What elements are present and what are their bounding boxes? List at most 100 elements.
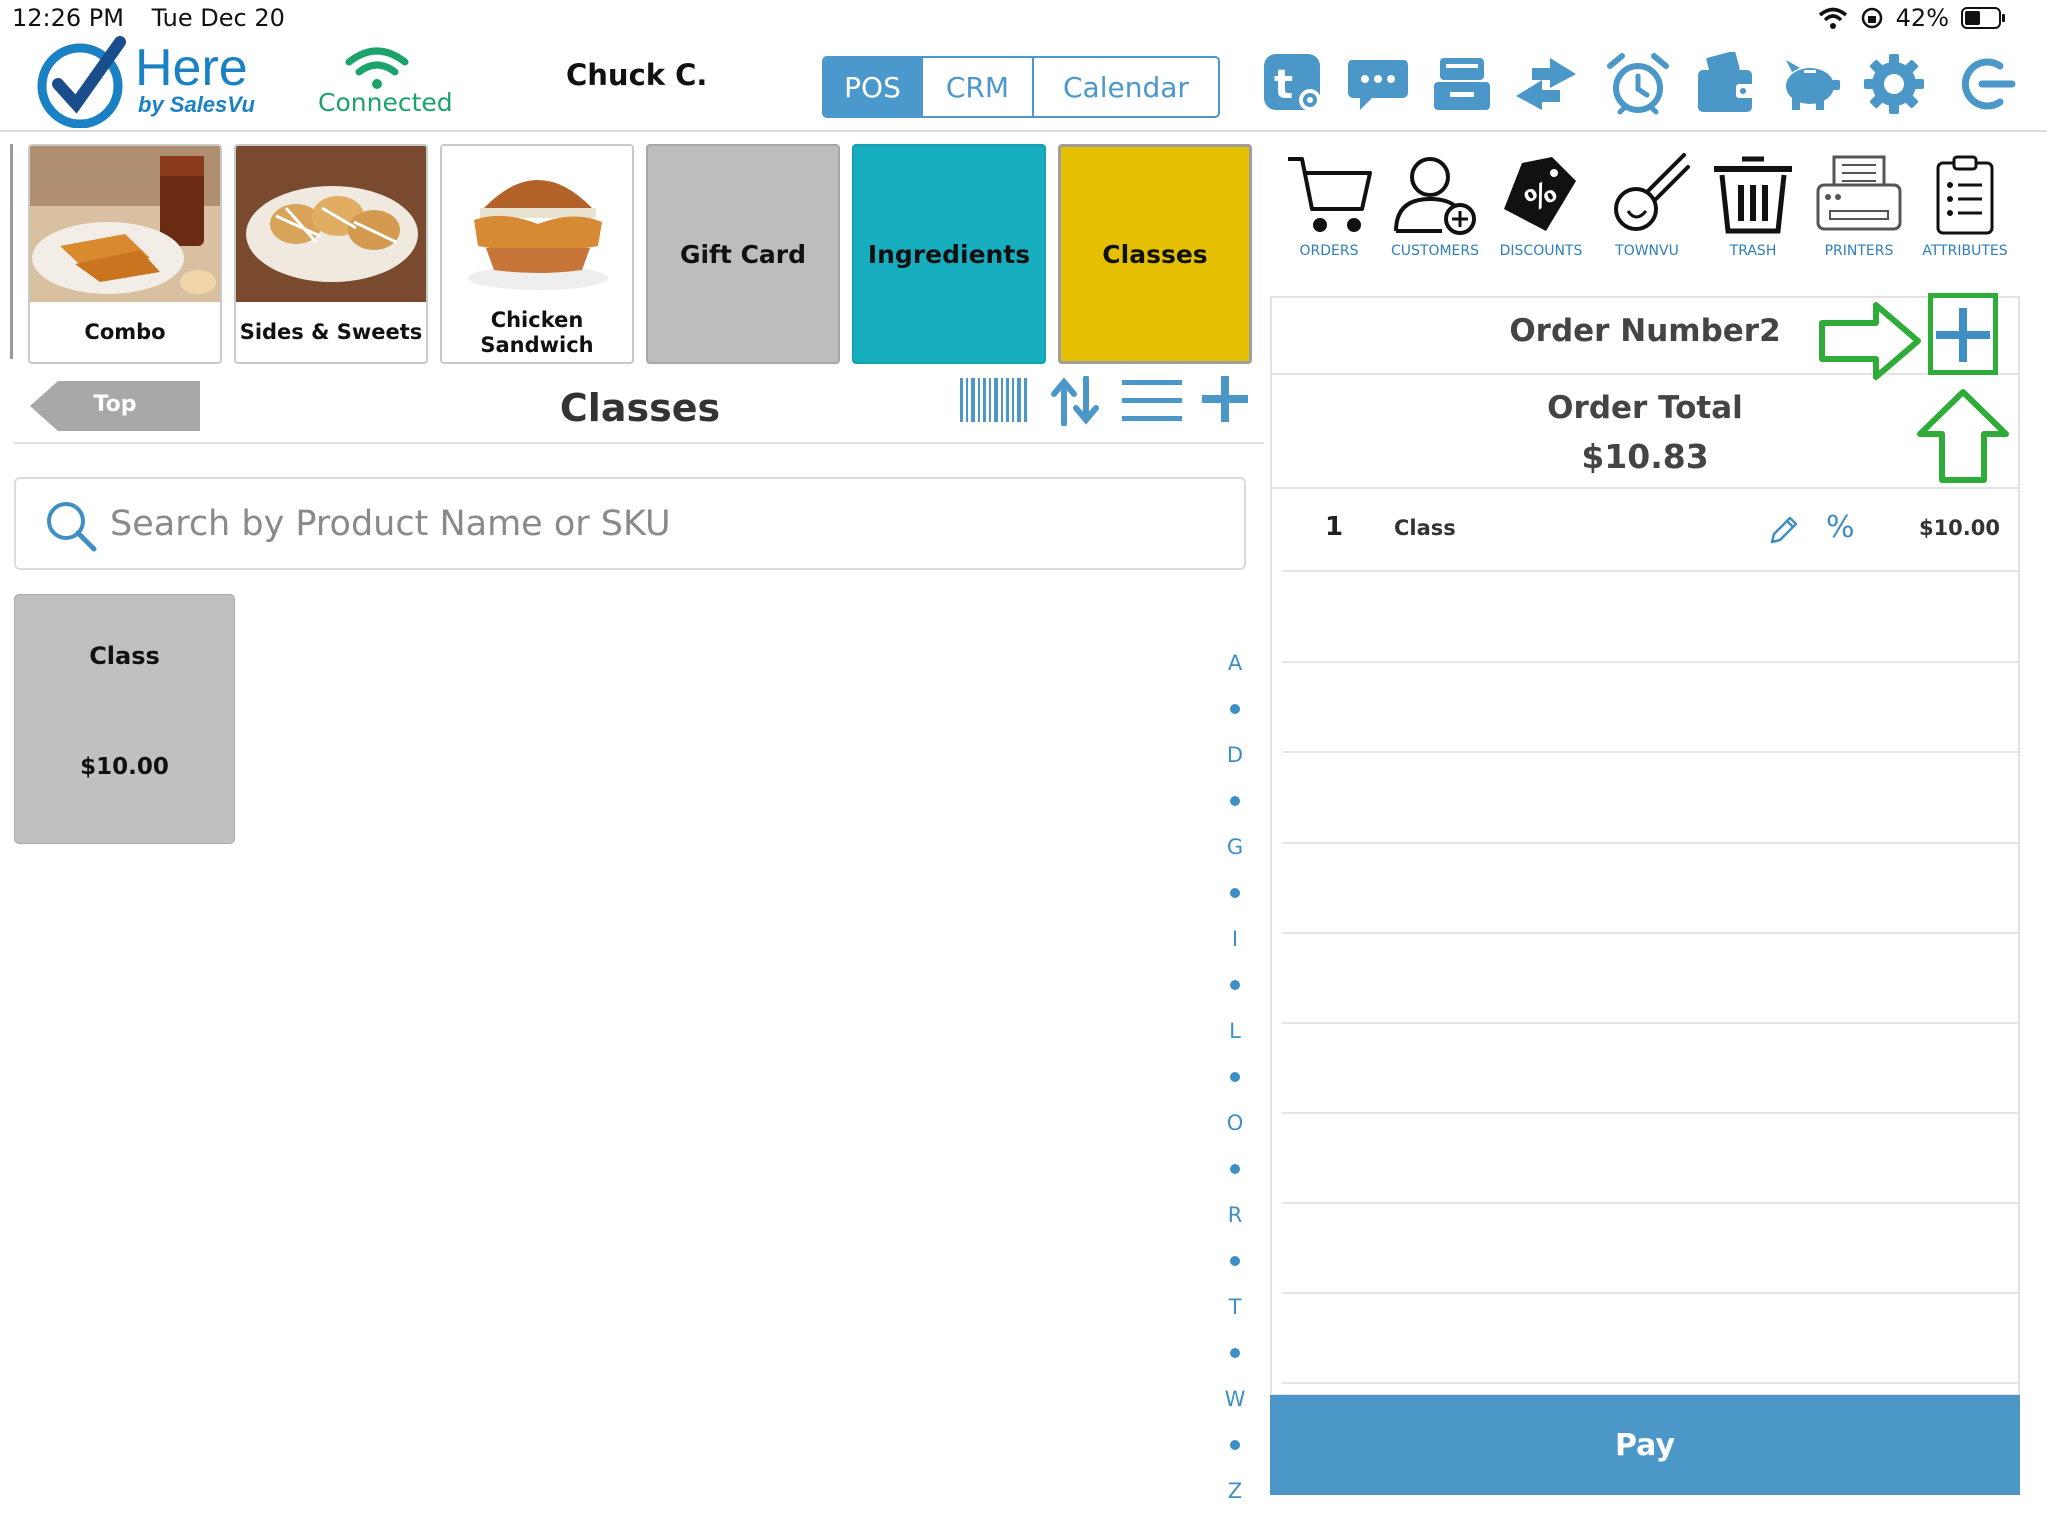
alpha-index-letter[interactable]: G xyxy=(1222,835,1248,859)
clipboard-icon[interactable] xyxy=(1920,153,2010,235)
product-name: Class xyxy=(89,642,160,670)
battery-percent: 42% xyxy=(1895,4,1949,32)
alpha-index-dot[interactable] xyxy=(1230,888,1240,898)
tab-pos[interactable]: POS xyxy=(824,58,923,116)
barcode-icon[interactable] xyxy=(960,378,1028,422)
order-item-price: $10.00 xyxy=(1918,516,2000,540)
category-label: Combo xyxy=(84,320,166,344)
connected-wifi-icon xyxy=(345,47,409,89)
status-bar-left: 12:26 PM Tue Dec 20 xyxy=(12,4,305,32)
order-row-divider xyxy=(1282,1292,2018,1294)
add-product-icon[interactable] xyxy=(1202,376,1248,422)
alpha-index-letter[interactable]: O xyxy=(1222,1111,1248,1135)
annotation-arrow-up-icon xyxy=(1917,389,2009,483)
edit-pencil-icon[interactable] xyxy=(1768,514,1800,546)
alpha-index-dot[interactable] xyxy=(1230,796,1240,806)
alpha-index-letter[interactable]: R xyxy=(1222,1203,1248,1227)
alpha-index-letter[interactable]: I xyxy=(1222,927,1248,951)
tab-crm[interactable]: CRM xyxy=(923,58,1034,116)
orientation-lock-icon xyxy=(1861,7,1882,29)
alpha-index-dot[interactable] xyxy=(1230,704,1240,714)
order-row-divider xyxy=(1282,842,2018,844)
category-tile-ingredients[interactable]: Ingredients xyxy=(852,144,1046,364)
alpha-index-letter[interactable]: A xyxy=(1222,651,1248,675)
category-tile-combo[interactable]: Combo xyxy=(28,144,222,364)
order-number: Order Number2 xyxy=(1509,313,1781,349)
order-row-divider xyxy=(1282,1112,2018,1114)
alpha-index-dot[interactable] xyxy=(1230,1072,1240,1082)
alpha-index-dot[interactable] xyxy=(1230,1348,1240,1358)
trash-icon[interactable] xyxy=(1708,153,1798,235)
list-view-icon[interactable] xyxy=(1122,380,1182,422)
order-row-divider xyxy=(1282,1202,2018,1204)
cart-icon[interactable] xyxy=(1284,153,1374,235)
product-tile-class[interactable] xyxy=(14,594,235,844)
toolbar-divider xyxy=(14,442,1264,444)
settings-gear-icon[interactable] xyxy=(1862,52,1926,116)
alpha-index-letter[interactable]: D xyxy=(1222,743,1248,767)
alpha-index-letter[interactable]: T xyxy=(1222,1295,1248,1319)
user-name[interactable]: Chuck C. xyxy=(566,58,707,92)
section-title: Classes xyxy=(559,386,721,430)
attributes-label[interactable]: ATTRIBUTES xyxy=(1910,243,2020,259)
alpha-index-letter[interactable]: Z xyxy=(1222,1479,1248,1503)
trash-label[interactable]: TRASH xyxy=(1698,243,1808,259)
order-item-qty: 1 xyxy=(1325,512,1344,542)
chat-icon[interactable] xyxy=(1346,52,1410,116)
logo-checkmark-icon xyxy=(37,36,126,128)
logo-text: Here xyxy=(135,39,248,97)
category-tile-sides-sweets[interactable]: Sides & Sweets xyxy=(234,144,428,364)
search-input[interactable] xyxy=(110,497,1210,551)
top-back-label: Top xyxy=(93,392,137,417)
logout-icon[interactable] xyxy=(1952,52,2016,116)
wifi-status-icon xyxy=(1818,7,1847,29)
search-icon xyxy=(47,502,97,552)
discounts-label[interactable]: DISCOUNTS xyxy=(1486,243,1596,259)
header-divider xyxy=(0,130,2047,132)
category-tile-chicken-sandwich[interactable]: Chicken Sandwich xyxy=(440,144,634,364)
alpha-index-letter[interactable]: W xyxy=(1222,1387,1248,1411)
order-row-divider xyxy=(1282,751,2018,753)
sides-sweets-image xyxy=(236,146,426,302)
status-date: Tue Dec 20 xyxy=(151,4,285,32)
order-row-divider xyxy=(1282,570,2018,572)
townvu-label[interactable]: TOWNVU xyxy=(1592,243,1702,259)
order-row-divider xyxy=(1282,1022,2018,1024)
alpha-index-dot[interactable] xyxy=(1230,1440,1240,1450)
alpha-index-dot[interactable] xyxy=(1230,1256,1240,1266)
pay-button[interactable]: Pay xyxy=(1270,1395,2020,1495)
tab-calendar[interactable]: Calendar xyxy=(1034,58,1218,116)
customers-label[interactable]: CUSTOMERS xyxy=(1380,243,1490,259)
status-time: 12:26 PM xyxy=(12,4,124,32)
order-row-divider xyxy=(1282,661,2018,663)
townvu-icon[interactable] xyxy=(1602,153,1692,235)
alarm-clock-icon[interactable] xyxy=(1606,52,1670,116)
status-bar-right: 42% xyxy=(1818,4,2007,32)
combo-food-image xyxy=(30,146,220,302)
battery-icon xyxy=(1961,7,2005,29)
transfer-arrows-icon[interactable] xyxy=(1514,52,1578,116)
sort-arrows-icon[interactable] xyxy=(1050,376,1100,426)
printer-icon[interactable] xyxy=(1814,153,1904,235)
category-tile-gift-card[interactable]: Gift Card xyxy=(646,144,840,364)
svg-text:t: t xyxy=(1274,62,1293,108)
category-tile-classes[interactable]: Classes xyxy=(1058,144,1252,364)
alpha-index-dot[interactable] xyxy=(1230,980,1240,990)
piggy-bank-icon[interactable] xyxy=(1778,52,1842,116)
order-total-label: Order Total xyxy=(1547,390,1743,426)
orders-label[interactable]: ORDERS xyxy=(1274,243,1384,259)
order-row-divider xyxy=(1282,1382,2018,1384)
alpha-index-dot[interactable] xyxy=(1230,1164,1240,1174)
discount-percent-button[interactable]: % xyxy=(1826,510,1855,545)
add-customer-icon[interactable] xyxy=(1390,153,1480,235)
category-label: Chicken Sandwich xyxy=(480,308,594,358)
add-order-plus-icon[interactable] xyxy=(1936,308,1990,362)
timesheet-settings-icon[interactable]: t xyxy=(1262,52,1326,116)
printers-label[interactable]: PRINTERS xyxy=(1804,243,1914,259)
order-total-value: $10.83 xyxy=(1581,437,1709,476)
discount-tag-icon[interactable]: % xyxy=(1496,153,1586,235)
cash-drawer-icon[interactable] xyxy=(1430,52,1494,116)
wallet-icon[interactable] xyxy=(1694,52,1758,116)
connection-status: Connected xyxy=(318,88,453,117)
alpha-index-letter[interactable]: L xyxy=(1222,1019,1248,1043)
